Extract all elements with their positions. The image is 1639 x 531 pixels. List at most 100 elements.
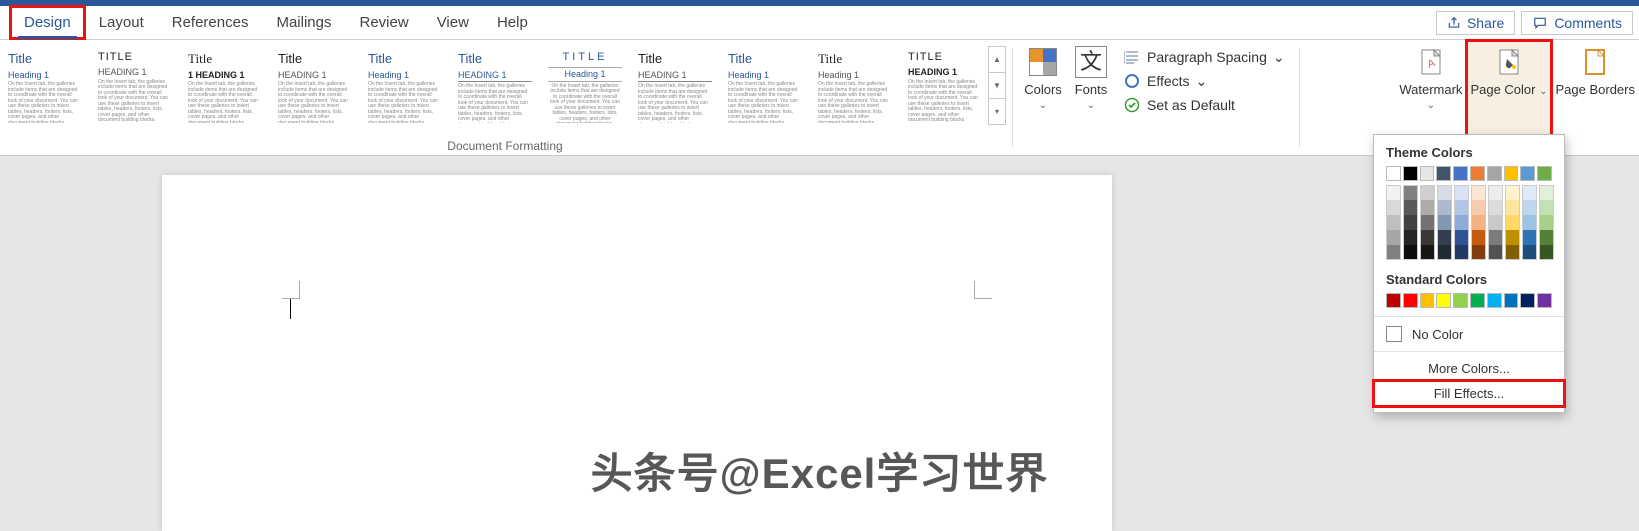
effects-button[interactable]: Effects ⌄ <box>1123 72 1285 90</box>
theme-preset[interactable]: TITLEHeading 1On the Insert tab, the gal… <box>542 46 628 124</box>
tab-references[interactable]: References <box>158 6 263 39</box>
theme-preset[interactable]: Title1 HEADING 1On the Insert tab, the g… <box>182 46 268 124</box>
color-swatch[interactable] <box>1403 200 1418 215</box>
color-swatch[interactable] <box>1522 200 1537 215</box>
color-swatch[interactable] <box>1386 293 1401 308</box>
tab-help[interactable]: Help <box>483 6 542 39</box>
color-swatch[interactable] <box>1454 245 1469 260</box>
gallery-down-button[interactable]: ▼ <box>988 72 1006 99</box>
color-swatch[interactable] <box>1454 185 1469 200</box>
color-swatch[interactable] <box>1487 293 1502 308</box>
color-swatch[interactable] <box>1539 230 1554 245</box>
color-swatch[interactable] <box>1420 185 1435 200</box>
theme-preset[interactable]: TitleHeading 1On the Insert tab, the gal… <box>2 46 88 124</box>
color-swatch[interactable] <box>1470 166 1485 181</box>
theme-preset[interactable]: TitleHeading 1On the Insert tab, the gal… <box>812 46 898 124</box>
no-color-item[interactable]: No Color <box>1374 321 1564 347</box>
color-swatch[interactable] <box>1520 166 1535 181</box>
color-swatch[interactable] <box>1403 245 1418 260</box>
color-swatch[interactable] <box>1504 293 1519 308</box>
color-swatch[interactable] <box>1454 230 1469 245</box>
color-swatch[interactable] <box>1505 215 1520 230</box>
theme-preset[interactable]: TitleHEADING 1On the Insert tab, the gal… <box>452 46 538 124</box>
color-swatch[interactable] <box>1420 230 1435 245</box>
color-swatch[interactable] <box>1403 293 1418 308</box>
color-swatch[interactable] <box>1436 293 1451 308</box>
theme-preset[interactable]: TITLEHEADING 1On the Insert tab, the gal… <box>902 46 988 124</box>
color-swatch[interactable] <box>1386 215 1401 230</box>
color-swatch[interactable] <box>1471 200 1486 215</box>
color-swatch[interactable] <box>1420 215 1435 230</box>
color-swatch[interactable] <box>1520 293 1535 308</box>
color-swatch[interactable] <box>1437 185 1452 200</box>
color-swatch[interactable] <box>1386 185 1401 200</box>
color-swatch[interactable] <box>1488 185 1503 200</box>
color-swatch[interactable] <box>1522 245 1537 260</box>
color-swatch[interactable] <box>1386 166 1401 181</box>
color-swatch[interactable] <box>1537 166 1552 181</box>
color-swatch[interactable] <box>1453 166 1468 181</box>
color-swatch[interactable] <box>1471 185 1486 200</box>
color-swatch[interactable] <box>1505 200 1520 215</box>
color-swatch[interactable] <box>1471 245 1486 260</box>
color-swatch[interactable] <box>1403 166 1418 181</box>
color-swatch[interactable] <box>1420 166 1435 181</box>
color-swatch[interactable] <box>1403 185 1418 200</box>
color-swatch[interactable] <box>1522 185 1537 200</box>
color-swatch[interactable] <box>1539 245 1554 260</box>
color-swatch[interactable] <box>1537 293 1552 308</box>
color-swatch[interactable] <box>1454 215 1469 230</box>
color-swatch[interactable] <box>1386 245 1401 260</box>
color-swatch[interactable] <box>1470 293 1485 308</box>
color-swatch[interactable] <box>1539 215 1554 230</box>
color-swatch[interactable] <box>1420 293 1435 308</box>
fill-effects-item[interactable]: Fill Effects... <box>1374 381 1564 406</box>
color-swatch[interactable] <box>1522 215 1537 230</box>
tab-review[interactable]: Review <box>346 6 423 39</box>
color-swatch[interactable] <box>1539 185 1554 200</box>
color-swatch[interactable] <box>1437 245 1452 260</box>
color-swatch[interactable] <box>1488 215 1503 230</box>
theme-preset[interactable]: TitleHeading 1On the Insert tab, the gal… <box>362 46 448 124</box>
paragraph-spacing-button[interactable]: Paragraph Spacing ⌄ <box>1123 48 1285 66</box>
color-swatch[interactable] <box>1505 245 1520 260</box>
color-swatch[interactable] <box>1403 215 1418 230</box>
color-swatch[interactable] <box>1420 245 1435 260</box>
color-swatch[interactable] <box>1403 230 1418 245</box>
color-swatch[interactable] <box>1488 200 1503 215</box>
tab-design[interactable]: Design <box>10 6 85 39</box>
color-swatch[interactable] <box>1437 200 1452 215</box>
color-swatch[interactable] <box>1454 200 1469 215</box>
color-swatch[interactable] <box>1504 166 1519 181</box>
set-as-default-button[interactable]: Set as Default <box>1123 96 1285 114</box>
color-swatch[interactable] <box>1437 230 1452 245</box>
comments-button[interactable]: Comments <box>1521 11 1633 35</box>
fonts-button[interactable]: 文 Fonts ⌄ <box>1067 40 1115 155</box>
tab-layout[interactable]: Layout <box>85 6 158 39</box>
share-button[interactable]: Share <box>1436 11 1515 35</box>
tab-view[interactable]: View <box>423 6 483 39</box>
color-swatch[interactable] <box>1539 200 1554 215</box>
tab-mailings[interactable]: Mailings <box>262 6 345 39</box>
color-swatch[interactable] <box>1487 166 1502 181</box>
color-swatch[interactable] <box>1436 166 1451 181</box>
color-swatch[interactable] <box>1453 293 1468 308</box>
color-swatch[interactable] <box>1471 215 1486 230</box>
color-swatch[interactable] <box>1488 245 1503 260</box>
theme-preset[interactable]: TitleHEADING 1On the Insert tab, the gal… <box>632 46 718 124</box>
color-swatch[interactable] <box>1505 185 1520 200</box>
color-swatch[interactable] <box>1505 230 1520 245</box>
more-colors-item[interactable]: More Colors... <box>1374 356 1564 381</box>
theme-preset[interactable]: TitleHeading 1On the Insert tab, the gal… <box>722 46 808 124</box>
colors-button[interactable]: Colors ⌄ <box>1019 40 1067 155</box>
color-swatch[interactable] <box>1522 230 1537 245</box>
color-swatch[interactable] <box>1471 230 1486 245</box>
color-swatch[interactable] <box>1437 215 1452 230</box>
theme-preset[interactable]: TITLEHEADING 1On the Insert tab, the gal… <box>92 46 178 124</box>
color-swatch[interactable] <box>1488 230 1503 245</box>
theme-preset[interactable]: TitleHEADING 1On the Insert tab, the gal… <box>272 46 358 124</box>
color-swatch[interactable] <box>1420 200 1435 215</box>
color-swatch[interactable] <box>1386 200 1401 215</box>
gallery-more-button[interactable]: ▾ <box>988 98 1006 125</box>
color-swatch[interactable] <box>1386 230 1401 245</box>
